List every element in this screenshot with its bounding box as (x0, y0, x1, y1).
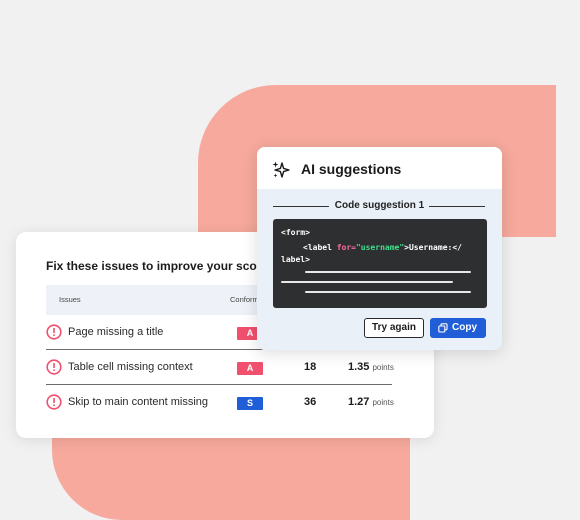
ai-suggestions-body: Code suggestion 1 <form> <label for="use… (257, 189, 502, 350)
issue-points: 1.27 points (348, 396, 394, 408)
copy-button[interactable]: Copy (430, 318, 486, 338)
code-suggestion-label: Code suggestion 1 (334, 200, 425, 211)
points-unit: points (372, 398, 394, 407)
alert-circle-icon (46, 394, 62, 410)
issues-title: Fix these issues to improve your score (46, 259, 269, 273)
code-line: <form> (281, 228, 310, 237)
try-again-button[interactable]: Try again (364, 318, 424, 338)
code-text: >Username:</ (404, 243, 462, 252)
column-header-conformance: Conform (230, 295, 259, 304)
column-header-issues: Issues (59, 295, 81, 304)
code-block[interactable]: <form> <label for="username">Username:</… (273, 219, 487, 308)
issue-count: 18 (304, 361, 317, 373)
code-placeholder-line (281, 281, 453, 283)
copy-icon (438, 323, 448, 333)
code-tag: <label (303, 243, 337, 252)
code-attribute: for= (336, 243, 356, 252)
code-string: "username" (355, 243, 405, 252)
table-row[interactable]: Skip to main content missing S 36 1.27 p… (46, 385, 394, 419)
conformance-badge: S (237, 397, 263, 410)
issue-label: Table cell missing context (68, 361, 193, 373)
points-value: 1.35 (348, 361, 370, 373)
ai-suggestions-title: AI suggestions (301, 161, 402, 177)
copy-label: Copy (452, 322, 477, 333)
code-line: label> (281, 255, 310, 264)
issue-label: Skip to main content missing (68, 396, 209, 408)
alert-circle-icon (46, 324, 62, 340)
ai-suggestions-card: AI suggestions Code suggestion 1 <form> … (257, 147, 502, 350)
conformance-badge: A (237, 362, 263, 375)
issue-count: 36 (304, 396, 317, 408)
issue-label: Page missing a title (68, 326, 164, 338)
points-value: 1.27 (348, 396, 370, 408)
issue-points: 1.35 points (348, 361, 394, 373)
alert-circle-icon (46, 359, 62, 375)
code-placeholder-line (305, 291, 471, 293)
code-line: <label for="username">Username:</ (303, 243, 462, 252)
table-row[interactable]: Table cell missing context A 18 1.35 poi… (46, 350, 394, 385)
ai-suggestions-header: AI suggestions (257, 147, 502, 189)
points-unit: points (372, 363, 394, 372)
sparkle-icon (272, 161, 290, 178)
code-placeholder-line (305, 271, 471, 273)
